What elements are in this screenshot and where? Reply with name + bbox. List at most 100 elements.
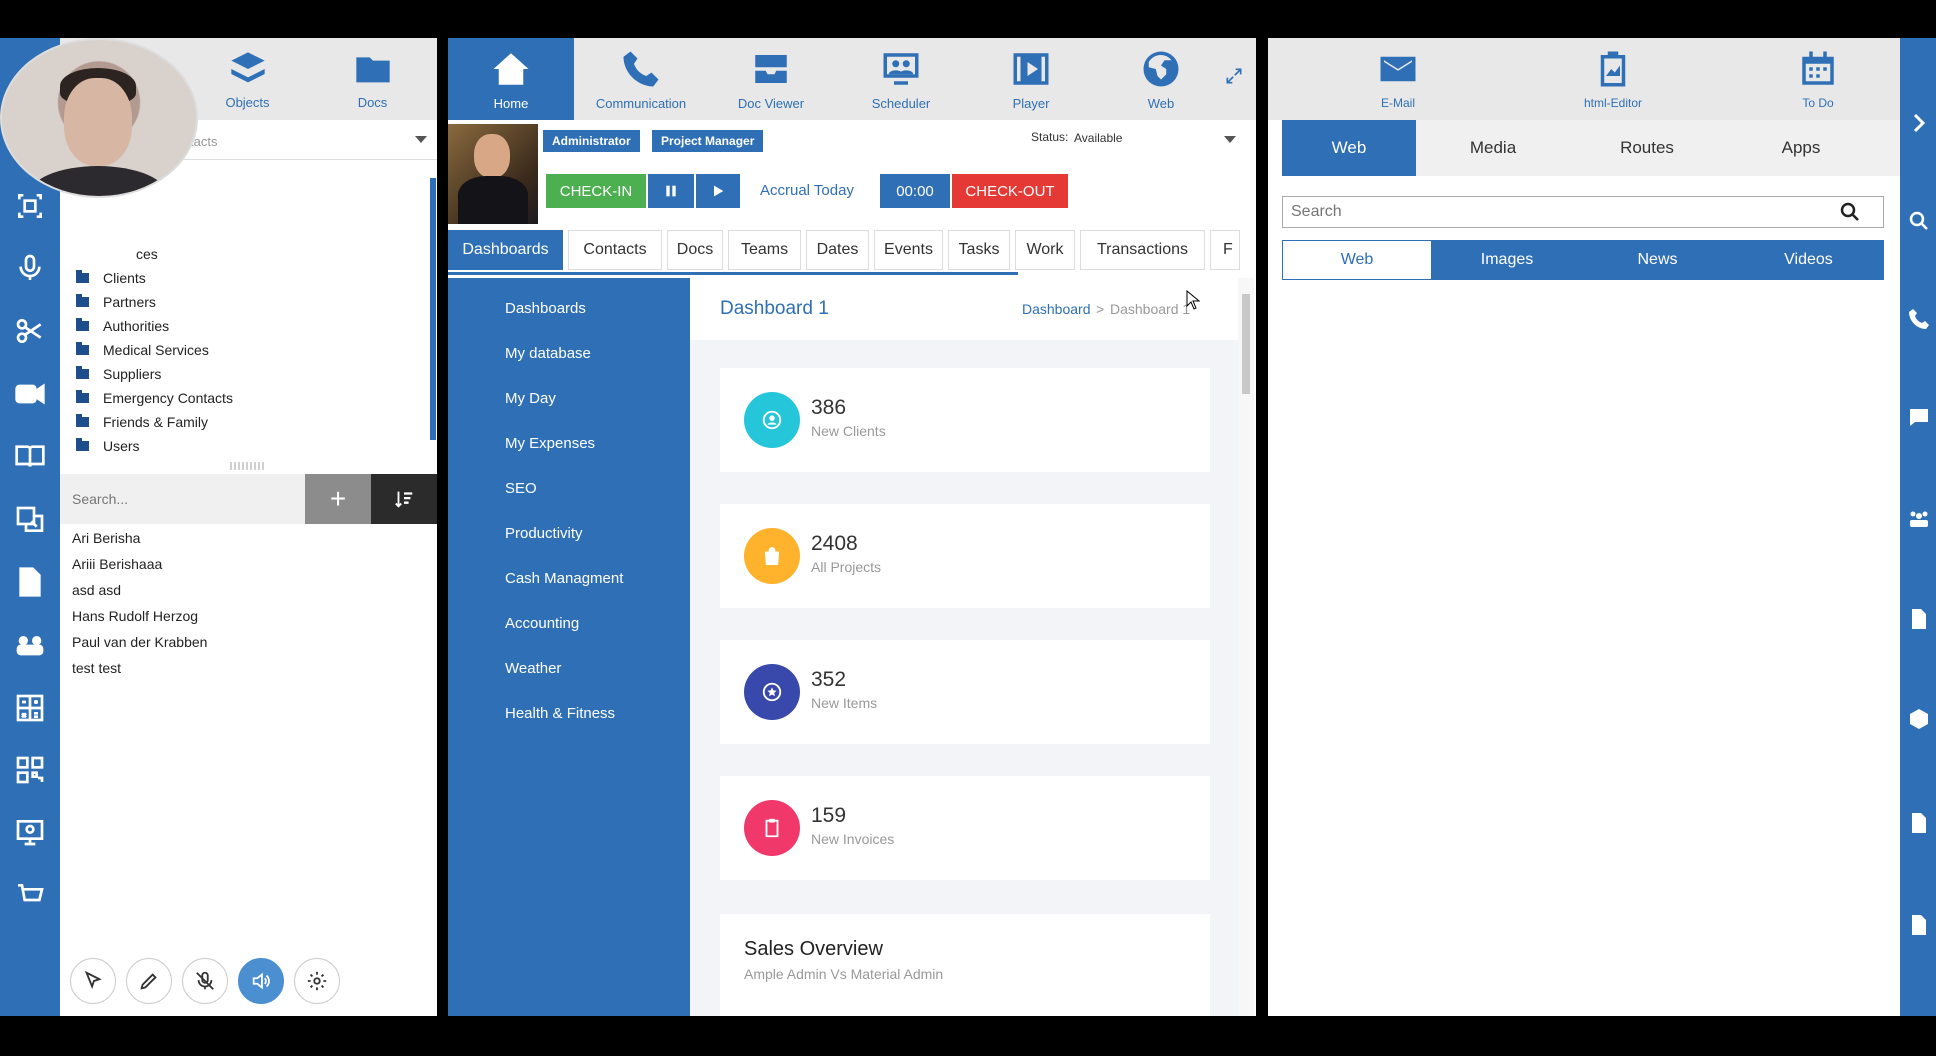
webcam-overlay[interactable] [0, 38, 198, 198]
chat-icon[interactable] [1906, 404, 1932, 430]
mute-mic-button[interactable] [182, 958, 228, 1004]
tab-overflow[interactable]: F [1210, 230, 1240, 270]
objects-button[interactable]: Objects [185, 38, 310, 120]
scrollbar-thumb[interactable] [1242, 294, 1250, 394]
nav-home[interactable]: Home [448, 38, 574, 120]
nav-web[interactable]: Web [1098, 38, 1224, 120]
subtab-videos[interactable]: Videos [1733, 240, 1884, 280]
subtab-news[interactable]: News [1582, 240, 1733, 280]
sidebar-item-cash-managment[interactable]: Cash Managment [505, 570, 623, 587]
todo-button[interactable]: To Do [1748, 38, 1888, 120]
tree-item-friends-family[interactable]: Friends & Family [76, 410, 208, 434]
tab-teams[interactable]: Teams [728, 230, 801, 270]
tab-tasks[interactable]: Tasks [948, 230, 1010, 270]
scissors-icon[interactable] [12, 313, 48, 349]
sidebar-item-my-expenses[interactable]: My Expenses [505, 435, 595, 452]
tab-transactions[interactable]: Transactions [1080, 230, 1205, 270]
tree-item-suppliers[interactable]: Suppliers [76, 362, 161, 386]
play-button[interactable] [696, 174, 740, 208]
chevron-down-icon[interactable] [1224, 136, 1236, 143]
sidebar-item-dashboards[interactable]: Dashboards [505, 300, 586, 317]
user-avatar[interactable] [448, 124, 538, 224]
pointer-tool-button[interactable] [70, 958, 116, 1004]
nav-player[interactable]: Player [968, 38, 1094, 120]
panel-splitter-handle[interactable] [230, 462, 264, 470]
settings-button[interactable] [294, 958, 340, 1004]
sidebar-item-weather[interactable]: Weather [505, 660, 561, 677]
tree-item-emergency-contacts[interactable]: Emergency Contacts [76, 386, 233, 410]
sidebar-item-my-database[interactable]: My database [505, 345, 591, 362]
html-editor-button[interactable]: html-Editor [1543, 38, 1683, 120]
breadcrumb-link[interactable]: Dashboard [1022, 301, 1091, 317]
sidebar-item-accounting[interactable]: Accounting [505, 615, 579, 632]
list-item[interactable]: Paul van der Krabben [72, 634, 207, 654]
music-file-icon[interactable] [1906, 810, 1932, 836]
list-item[interactable]: Ariii Berishaaa [72, 556, 162, 576]
sidebar-item-my-day[interactable]: My Day [505, 390, 556, 407]
pause-button[interactable] [648, 174, 694, 208]
tree-item-clients[interactable]: Clients [76, 266, 146, 290]
book-icon[interactable] [12, 438, 48, 474]
subtab-web[interactable]: Web [1282, 240, 1432, 280]
dashboard-scrollbar[interactable] [1238, 278, 1254, 1016]
microphone-icon[interactable] [12, 250, 48, 286]
status-select[interactable]: Available [1074, 131, 1122, 145]
video-camera-icon[interactable] [12, 376, 48, 412]
list-item[interactable]: asd asd [72, 582, 121, 602]
tree-item-users[interactable]: Users [76, 434, 140, 458]
tab-work[interactable]: Work [1015, 230, 1075, 270]
sort-button[interactable] [371, 474, 437, 524]
docs-button[interactable]: Docs [310, 38, 435, 120]
contact-search-input[interactable] [60, 474, 305, 524]
tree-item-ces[interactable]: ces [136, 242, 158, 266]
search-icon[interactable] [1906, 208, 1932, 234]
tree-item-partners[interactable]: Partners [76, 290, 156, 314]
add-contact-button[interactable]: + [305, 474, 371, 524]
tab-dates[interactable]: Dates [806, 230, 869, 270]
sidebar-item-productivity[interactable]: Productivity [505, 525, 583, 542]
document-icon[interactable] [1906, 606, 1932, 632]
tab-apps[interactable]: Apps [1724, 120, 1878, 176]
list-item[interactable]: Hans Rudolf Herzog [72, 608, 198, 628]
nav-doc-viewer[interactable]: Doc Viewer [708, 38, 834, 120]
pen-tool-button[interactable] [126, 958, 172, 1004]
spreadsheet-icon[interactable] [1906, 912, 1932, 938]
nav-communication[interactable]: Communication [578, 38, 704, 120]
cube-icon[interactable] [1906, 706, 1932, 732]
nav-scheduler[interactable]: Scheduler [838, 38, 964, 120]
email-button[interactable]: E-Mail [1328, 38, 1468, 120]
tab-dashboards[interactable]: Dashboards [448, 230, 563, 270]
subtab-images[interactable]: Images [1432, 240, 1582, 280]
translate-icon[interactable] [12, 502, 48, 538]
sidebar-item-health-fitness[interactable]: Health & Fitness [505, 705, 615, 722]
search-icon[interactable] [1838, 200, 1862, 224]
web-search-input[interactable] [1282, 196, 1884, 228]
document-sync-icon[interactable] [12, 564, 48, 600]
sidebar-item-seo[interactable]: SEO [505, 480, 537, 497]
tab-media[interactable]: Media [1416, 120, 1570, 176]
phone-icon[interactable] [1906, 306, 1932, 332]
shopping-cart-icon[interactable] [12, 878, 48, 914]
speaker-button[interactable] [238, 958, 284, 1004]
check-in-button[interactable]: CHECK-IN [546, 174, 646, 208]
tab-web[interactable]: Web [1282, 120, 1416, 176]
tree-item-medical-services[interactable]: Medical Services [76, 338, 209, 362]
tab-events[interactable]: Events [874, 230, 943, 270]
role-badge-administrator[interactable]: Administrator [543, 130, 640, 152]
tab-routes[interactable]: Routes [1570, 120, 1724, 176]
role-badge-project-manager[interactable]: Project Manager [652, 130, 764, 152]
qr-code-icon[interactable] [12, 752, 48, 788]
tree-item-authorities[interactable]: Authorities [76, 314, 169, 338]
check-out-button[interactable]: CHECK-OUT [952, 174, 1068, 208]
team-icon[interactable] [1906, 506, 1932, 532]
tab-docs[interactable]: Docs [667, 230, 723, 270]
list-item[interactable]: test test [72, 660, 121, 680]
list-item[interactable]: Ari Berisha [72, 530, 140, 550]
expand-icon[interactable] [1224, 66, 1244, 86]
calculator-icon[interactable] [12, 690, 48, 726]
chevron-right-icon[interactable] [1906, 110, 1932, 136]
teamwork-icon[interactable] [12, 628, 48, 664]
tree-scrollbar[interactable] [430, 178, 436, 440]
presentation-icon[interactable] [12, 814, 48, 850]
tab-contacts[interactable]: Contacts [568, 230, 662, 270]
